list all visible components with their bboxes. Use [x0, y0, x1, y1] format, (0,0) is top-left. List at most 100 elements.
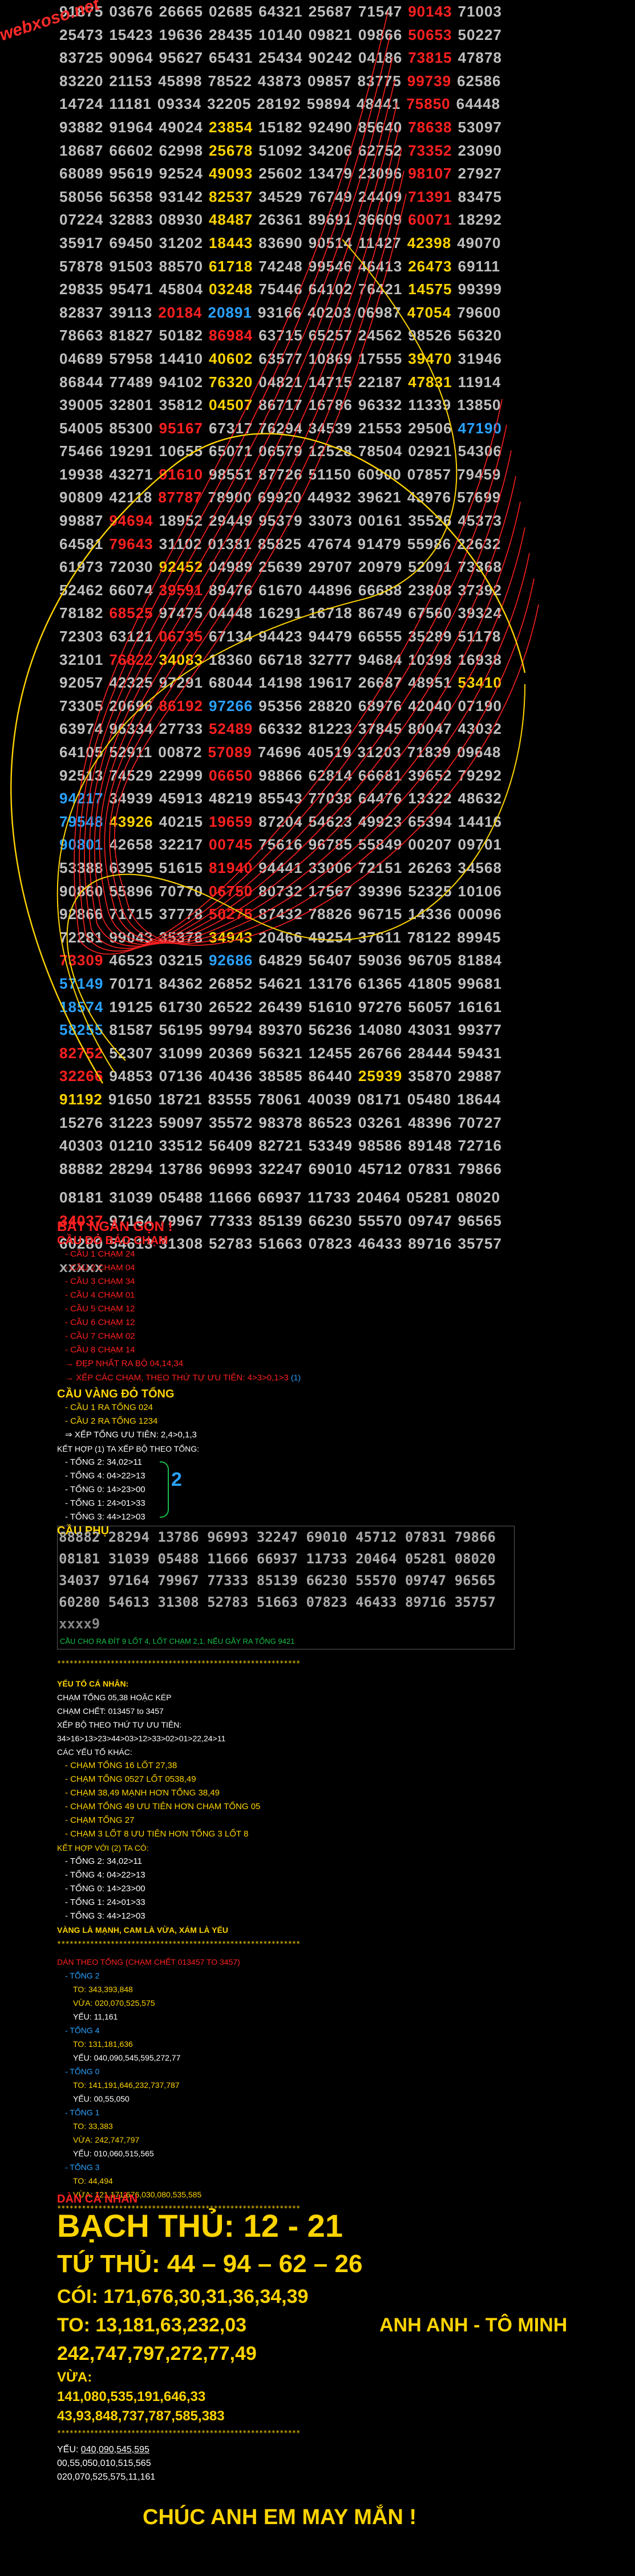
list-item: - TỔNG 4: 04>22>13: [65, 1870, 145, 1880]
grid-cell: 10106: [458, 882, 502, 900]
grid-cell: 31202: [159, 234, 203, 251]
grid-cell: 85543: [258, 790, 303, 807]
grid-cell: 87204: [258, 812, 303, 830]
grid-cell: 92452: [159, 558, 203, 576]
grid-cell: 69450: [109, 234, 153, 251]
grid-cell: 89691: [308, 211, 353, 229]
grid-cell: 07831: [408, 1160, 452, 1177]
grid-cell: 22632: [457, 535, 501, 552]
grid-cell: 42118: [109, 489, 153, 506]
grid-cell: 53410: [458, 674, 502, 692]
grid-cell: 37392: [458, 581, 502, 599]
grid-cell: 85300: [109, 419, 153, 437]
heading-cau-do: CẦU ĐỎ BÁO CHẠM: [57, 1234, 168, 1247]
grid-cell: 73815: [408, 49, 452, 67]
grid-cell: 07224: [59, 211, 104, 229]
list-item: - CẦU 7 CHẠM 02: [65, 1331, 135, 1341]
grid-cell: 65257: [308, 327, 353, 344]
grid-cell: 97266: [208, 697, 253, 714]
dan-group-yeu: YẾU: 010,060,515,565: [73, 2149, 154, 2158]
grid-cell: 27733: [159, 720, 203, 738]
grid-cell: 85825: [257, 535, 302, 552]
grid-cell: 09821: [308, 26, 353, 43]
dan-group-to: TO: 131,181,636: [73, 2039, 133, 2049]
grid-cell: 14724: [59, 95, 104, 113]
grid-cell: 40215: [159, 812, 203, 830]
list-item: - TỔNG 4: 04>22>13: [65, 1471, 145, 1481]
grid-cell: 47674: [308, 535, 352, 552]
grid-cell: 77038: [308, 790, 353, 807]
grid-cell: 40203: [308, 303, 352, 321]
grid-cell: 93142: [159, 188, 203, 205]
grid-cell: 80732: [258, 882, 303, 900]
grid-row: 92866 71715 37778 50275 87432 78826 96715 14336…: [0, 903, 635, 926]
grid-cell: 79866: [458, 1160, 502, 1177]
grid-cell: 03215: [159, 952, 203, 969]
grid-cell: 52307: [109, 1044, 153, 1062]
grid-cell: 18721: [158, 1090, 203, 1108]
grid-cell: 34943: [208, 928, 253, 946]
grid-cell: 63715: [258, 327, 303, 344]
list-item: - TỔNG 2: 34,02>11: [65, 1457, 142, 1467]
grid-cell: 35572: [208, 1114, 253, 1131]
grid-row: 72281 99043 35378 34943 20466 49254 37611 78122…: [0, 926, 635, 949]
grid-cell: 64581: [59, 535, 104, 552]
grid-cell: 29506: [408, 419, 452, 437]
grid-row: 79548 43926 40215 19659 87204 54623 49923 65394…: [0, 810, 635, 834]
grid-cell: 77489: [109, 373, 153, 391]
grid-cell: 93166: [257, 303, 302, 321]
grid-row: 32266 94853 07136 40436 38585 86440 25939 35870…: [0, 1064, 635, 1088]
yeu-to-lines: CHẠM TỔNG 05,38 HOẶC KÉP CHẠM CHẾT: 01345…: [57, 1691, 616, 1759]
dan-group-label: - TỔNG 0: [65, 2067, 100, 2076]
grid-cell: 39396: [358, 882, 403, 900]
grid-cell: 87787: [158, 489, 203, 506]
grid-cell: 10869: [308, 350, 353, 367]
grid-cell: 89476: [208, 581, 253, 599]
ket-hop-1: KẾT HỢP (1) TA XẾP BỘ THEO TỔNG:: [57, 1444, 200, 1453]
grid-cell: 94102: [159, 373, 203, 391]
grid-cell: 65071: [208, 442, 253, 460]
grid-cell: 15423: [109, 26, 153, 43]
grid-cell: 43873: [257, 72, 302, 90]
grid-cell: 68044: [208, 674, 253, 692]
grid-cell: 67134: [208, 628, 253, 645]
grid-cell: 67560: [408, 604, 452, 622]
grid-cell: 95627: [159, 49, 203, 67]
grid-cell: 92524: [159, 165, 203, 182]
grid-cell: 52462: [59, 581, 104, 599]
grid-row: 58255 81587 56195 99794 89370 56236 14080 43031…: [0, 1018, 635, 1042]
grid-cell: 32217: [159, 836, 203, 854]
grid-cell: 63577: [258, 350, 303, 367]
grid-cell: 50653: [408, 26, 452, 43]
grid-cell: 11427: [358, 234, 402, 251]
grid-cell: 13322: [408, 790, 452, 807]
grid-cell: 82752: [59, 1044, 104, 1062]
list-item: - CẦU 1 CHẠM 24: [65, 1249, 135, 1259]
list-item: - CẦU 5 CHẠM 12: [65, 1304, 135, 1314]
stars-4: ****************************************…: [57, 2429, 301, 2437]
grid-cell: 92490: [308, 118, 353, 136]
grid-cell: 73368: [458, 558, 502, 576]
grid-cell: 12455: [308, 1044, 353, 1062]
grid-cell: 94423: [258, 628, 303, 645]
number-grid: 91875 03676 26665 02685 64321 25687 71547 90143…: [0, 0, 635, 1279]
grid-cell: 09701: [458, 836, 502, 854]
grid-cell: 44932: [308, 489, 352, 506]
grid-cell: 56358: [109, 188, 153, 205]
grid-row: 53388 63995 51615 81940 94441 33006 72151 26263…: [0, 856, 635, 880]
grid-cell: 29835: [59, 281, 104, 298]
grid-cell: 76294: [258, 419, 303, 437]
grid-cell: 98551: [208, 465, 253, 483]
grid-cell: 57089: [208, 743, 252, 761]
grid-cell: 18644: [457, 1090, 501, 1108]
grid-cell: 26852: [208, 974, 253, 992]
grid-cell: 01381: [208, 535, 252, 552]
grid-row: 93882 91964 49024 23854 15182 92490 85640 78638…: [0, 116, 635, 139]
grid-cell: 03261: [358, 1114, 403, 1131]
grid-cell: 35870: [408, 1067, 452, 1085]
grid-cell: 07857: [407, 465, 452, 483]
grid-cell: 98107: [408, 165, 452, 182]
grid-cell: 64321: [258, 3, 303, 20]
dan-ca-nhan: DÀN CÁ NHÂN: [57, 2193, 138, 2205]
grid-cell: 90514: [308, 234, 353, 251]
